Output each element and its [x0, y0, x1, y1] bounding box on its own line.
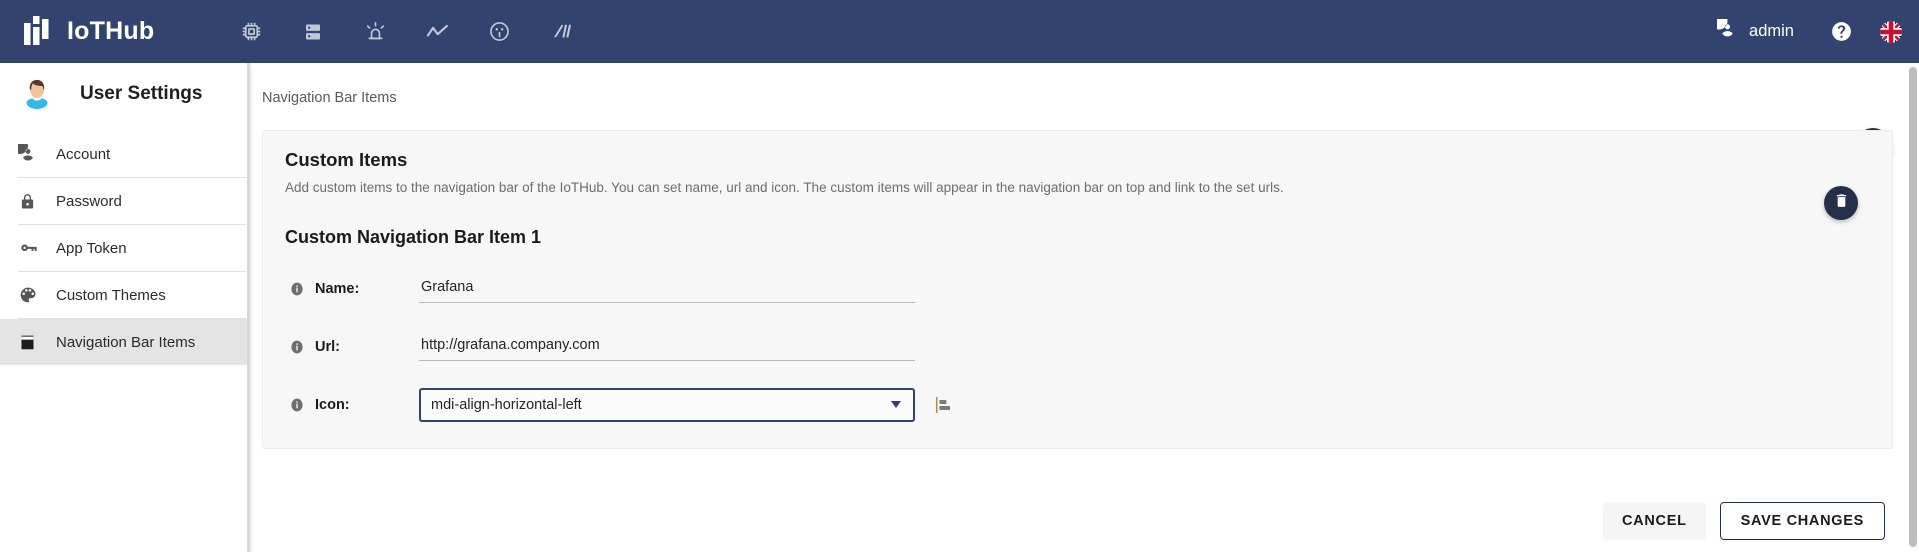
align-horizontal-left-icon — [933, 394, 955, 416]
card-description: Add custom items to the navigation bar o… — [285, 180, 1284, 195]
sidebar-item-label: App Token — [56, 239, 127, 257]
sidebar-edge — [247, 63, 250, 552]
sidebar-header: User Settings — [0, 63, 250, 125]
top-navigation-bar: IoTHub admin — [0, 0, 1919, 63]
sidebar-item-app-token[interactable]: App Token — [0, 225, 250, 271]
user-name-label: admin — [1749, 22, 1794, 40]
icon-select[interactable]: mdi-align-horizontal-left — [419, 388, 915, 422]
brand-name: IoTHub — [67, 17, 155, 45]
account-circle-icon — [1710, 12, 1738, 45]
icon-select-wrapper: mdi-align-horizontal-left — [419, 388, 915, 422]
book-icon — [18, 333, 44, 352]
user-settings-sidebar: User Settings Account Password App Token… — [0, 63, 250, 552]
server-rack-icon[interactable] — [282, 12, 344, 52]
icon-select-value: mdi-align-horizontal-left — [431, 397, 582, 413]
url-field-label: Url: — [315, 339, 340, 355]
help-circle-icon[interactable] — [1830, 20, 1853, 43]
users-group-icon[interactable] — [468, 12, 530, 52]
sidebar-item-label: Account — [56, 145, 111, 163]
user-menu-button[interactable]: admin — [1710, 12, 1800, 45]
info-circle-icon[interactable] — [289, 281, 305, 297]
alarm-light-icon[interactable] — [344, 12, 406, 52]
card-title: Custom Items — [285, 149, 408, 170]
chevron-down-icon[interactable] — [891, 401, 901, 408]
sidebar-item-label: Password — [56, 192, 122, 210]
delete-item-button[interactable] — [1824, 186, 1858, 220]
trash-can-icon — [1833, 192, 1850, 214]
name-input[interactable] — [419, 275, 915, 303]
main-content: Navigation Bar Items Custom Items Add cu… — [250, 63, 1919, 552]
sidebar-item-account[interactable]: Account — [0, 131, 250, 177]
form-footer: CANCEL SAVE CHANGES — [250, 489, 1919, 552]
icon-field-row: Icon: mdi-align-horizontal-left — [285, 388, 1870, 422]
page-scrollbar[interactable] — [1906, 63, 1919, 552]
url-input[interactable] — [419, 333, 915, 361]
user-avatar — [16, 73, 58, 115]
lock-icon — [18, 192, 44, 211]
sidebar-item-label: Custom Themes — [56, 286, 166, 304]
chart-line-icon[interactable] — [406, 12, 468, 52]
name-field-label: Name: — [315, 281, 360, 297]
palette-icon — [18, 285, 44, 305]
topbar-right-group: admin — [1710, 0, 1909, 63]
save-changes-button[interactable]: SAVE CHANGES — [1719, 501, 1885, 540]
sidebar-item-password[interactable]: Password — [0, 178, 250, 224]
sidebar-title: User Settings — [80, 83, 203, 104]
sidebar-menu: Account Password App Token Custom Themes… — [0, 131, 250, 365]
account-circle-icon — [18, 144, 44, 164]
icon-field-label: Icon: — [315, 397, 350, 413]
key-icon — [18, 237, 44, 259]
main-scroll-area: Navigation Bar Items Custom Items Add cu… — [250, 63, 1919, 489]
top-nav-icon-group — [220, 12, 592, 52]
name-field-row: Name: — [285, 272, 1870, 306]
info-circle-icon[interactable] — [289, 397, 305, 413]
info-circle-icon[interactable] — [289, 339, 305, 355]
custom-items-card: Custom Items Add custom items to the nav… — [262, 130, 1893, 449]
breadcrumb[interactable]: Navigation Bar Items — [250, 63, 1905, 106]
page-scrollbar-thumb[interactable] — [1909, 67, 1917, 547]
sidebar-item-navigation-bar-items[interactable]: Navigation Bar Items — [0, 319, 250, 365]
app-body: User Settings Account Password App Token… — [0, 63, 1919, 552]
rule-chain-icon[interactable] — [530, 12, 592, 52]
url-field-row: Url: — [285, 330, 1870, 364]
cancel-button[interactable]: CANCEL — [1603, 501, 1706, 540]
brand-logo-group[interactable]: IoTHub — [22, 15, 154, 49]
chip-icon[interactable] — [220, 12, 282, 52]
iothub-bars-logo-icon — [22, 15, 58, 49]
sidebar-item-label: Navigation Bar Items — [56, 333, 196, 351]
sidebar-item-custom-themes[interactable]: Custom Themes — [0, 272, 250, 318]
uk-flag-icon[interactable] — [1879, 20, 1903, 44]
item-title: Custom Navigation Bar Item 1 — [285, 227, 542, 247]
